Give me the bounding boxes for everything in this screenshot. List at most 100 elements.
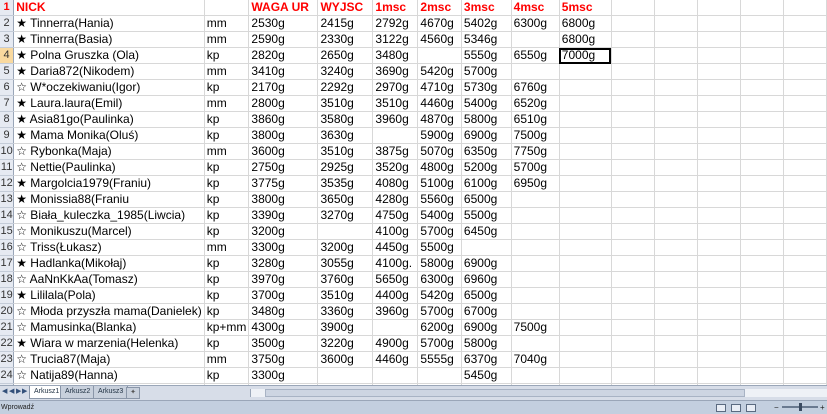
empty-cell[interactable]	[740, 271, 784, 288]
empty-cell[interactable]	[740, 335, 784, 352]
data-cell[interactable]: 5500g	[461, 207, 512, 224]
empty-cell[interactable]	[654, 0, 698, 16]
data-cell[interactable]: 6350g	[461, 143, 512, 160]
data-cell[interactable]: 3220g	[317, 335, 374, 352]
row-number[interactable]: 16	[0, 239, 15, 256]
empty-cell[interactable]	[654, 271, 698, 288]
empty-cell[interactable]	[740, 47, 784, 64]
empty-cell[interactable]	[697, 159, 741, 176]
row-number[interactable]: 17	[0, 255, 15, 272]
header-cell[interactable]: WYJSC	[317, 0, 374, 16]
data-cell[interactable]: ☆ Młoda przyszła mama(Danielek)	[13, 303, 205, 320]
empty-cell[interactable]	[697, 191, 741, 208]
empty-cell[interactable]	[654, 175, 698, 192]
data-cell[interactable]: ★ Wiara w marzenia(Helenka)	[13, 335, 205, 352]
data-cell[interactable]: 5400g	[417, 207, 462, 224]
data-cell[interactable]	[559, 175, 612, 192]
data-cell[interactable]: ★ Lililala(Pola)	[13, 287, 205, 304]
empty-cell[interactable]	[654, 143, 698, 160]
empty-cell[interactable]	[611, 271, 655, 288]
data-cell[interactable]: 3960g	[372, 111, 419, 128]
empty-cell[interactable]	[740, 207, 784, 224]
data-cell[interactable]: 6370g	[461, 351, 512, 368]
data-cell[interactable]: kp	[204, 207, 250, 224]
empty-cell[interactable]	[654, 127, 698, 144]
data-cell[interactable]: 4800g	[417, 159, 462, 176]
data-cell[interactable]	[559, 303, 612, 320]
data-cell[interactable]	[559, 79, 612, 96]
data-cell[interactable]: 5555g	[417, 351, 462, 368]
data-cell[interactable]: 5500g	[417, 239, 462, 256]
empty-cell[interactable]	[611, 367, 655, 384]
data-cell[interactable]	[511, 191, 560, 208]
data-cell[interactable]: 3055g	[317, 255, 374, 272]
tab-arkusz3[interactable]: Arkusz3	[93, 386, 129, 399]
data-cell[interactable]: 7500g	[511, 127, 560, 144]
empty-cell[interactable]	[611, 111, 655, 128]
data-cell[interactable]: mm	[204, 351, 250, 368]
data-cell[interactable]: 3900g	[317, 319, 374, 336]
empty-cell[interactable]	[611, 319, 655, 336]
data-cell[interactable]: 5700g	[417, 223, 462, 240]
empty-cell[interactable]	[697, 95, 741, 112]
data-cell[interactable]: 3650g	[317, 191, 374, 208]
data-cell[interactable]: 4460g	[417, 95, 462, 112]
empty-cell[interactable]	[783, 15, 827, 32]
data-cell[interactable]	[511, 255, 560, 272]
empty-cell[interactable]	[783, 287, 827, 304]
data-cell[interactable]: 4560g	[417, 31, 462, 48]
data-cell[interactable]: 5420g	[417, 63, 462, 80]
data-cell[interactable]	[511, 367, 560, 384]
empty-cell[interactable]	[654, 15, 698, 32]
empty-cell[interactable]	[783, 31, 827, 48]
data-cell[interactable]: 5800g	[417, 255, 462, 272]
empty-cell[interactable]	[697, 79, 741, 96]
data-cell[interactable]: 6520g	[511, 95, 560, 112]
data-cell[interactable]: 3970g	[248, 271, 319, 288]
empty-cell[interactable]	[697, 351, 741, 368]
data-cell[interactable]: kp	[204, 255, 250, 272]
data-cell[interactable]: 4670g	[417, 15, 462, 32]
data-cell[interactable]: ☆ Rybonka(Maja)	[13, 143, 205, 160]
data-cell[interactable]	[511, 63, 560, 80]
data-cell[interactable]	[372, 367, 419, 384]
data-cell[interactable]: ☆ Biała_kuleczka_1985(Liwcia)	[13, 207, 205, 224]
empty-cell[interactable]	[740, 367, 784, 384]
data-cell[interactable]	[372, 127, 419, 144]
data-cell[interactable]: 3860g	[248, 111, 319, 128]
empty-cell[interactable]	[611, 255, 655, 272]
header-cell[interactable]	[204, 0, 250, 16]
empty-cell[interactable]	[740, 303, 784, 320]
data-cell[interactable]: mm	[204, 15, 250, 32]
row-number[interactable]: 13	[0, 191, 15, 208]
data-cell[interactable]: 5420g	[417, 287, 462, 304]
empty-cell[interactable]	[697, 143, 741, 160]
data-cell[interactable]: ☆ Trucia87(Maja)	[13, 351, 205, 368]
empty-cell[interactable]	[783, 255, 827, 272]
data-cell[interactable]: 4900g	[372, 335, 419, 352]
data-cell[interactable]: 2292g	[317, 79, 374, 96]
data-cell[interactable]: 3480g	[248, 303, 319, 320]
data-cell[interactable]	[559, 207, 612, 224]
data-cell[interactable]: 6300g	[511, 15, 560, 32]
empty-cell[interactable]	[783, 207, 827, 224]
empty-cell[interactable]	[654, 367, 698, 384]
empty-cell[interactable]	[740, 351, 784, 368]
data-cell[interactable]	[559, 271, 612, 288]
data-cell[interactable]: ☆ Nettie(Paulinka)	[13, 159, 205, 176]
row-number[interactable]: 3	[0, 31, 15, 48]
data-cell[interactable]: 6100g	[461, 175, 512, 192]
header-cell[interactable]: NICK	[13, 0, 205, 16]
normal-view-icon[interactable]	[716, 404, 726, 412]
header-cell[interactable]: 1msc	[372, 0, 419, 16]
empty-cell[interactable]	[783, 0, 827, 16]
data-cell[interactable]: 5450g	[461, 367, 512, 384]
data-cell[interactable]: 4100g.	[372, 255, 419, 272]
empty-cell[interactable]	[611, 303, 655, 320]
data-cell[interactable]: kp	[204, 47, 250, 64]
data-cell[interactable]: ★ Hadlanka(Mikołaj)	[13, 255, 205, 272]
row-number[interactable]: 11	[0, 159, 15, 176]
empty-cell[interactable]	[654, 63, 698, 80]
empty-cell[interactable]	[740, 239, 784, 256]
data-cell[interactable]: 5700g	[511, 159, 560, 176]
